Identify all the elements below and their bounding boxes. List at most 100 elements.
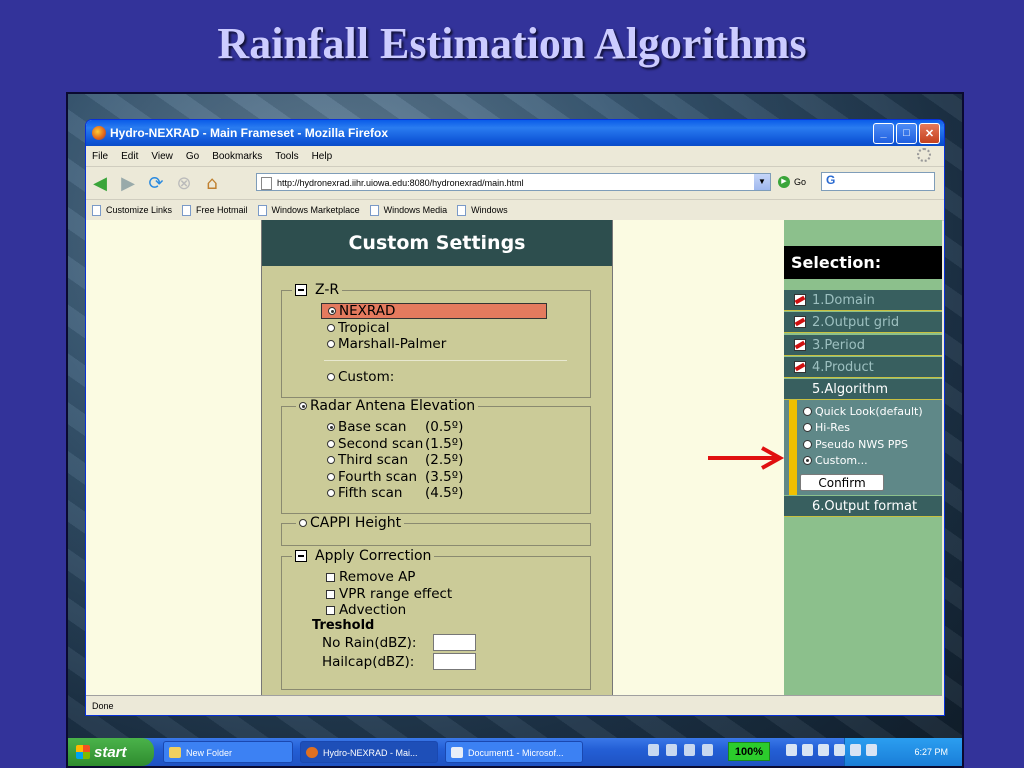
treshold-label: Treshold	[312, 618, 375, 633]
title-bar[interactable]: Hydro-NEXRAD - Main Frameset - Mozilla F…	[86, 120, 944, 146]
tray-tool-icon[interactable]	[648, 744, 659, 756]
no-rain-input[interactable]	[433, 634, 476, 651]
close-button[interactable]: ✕	[919, 122, 940, 144]
check-remove-ap[interactable]: Remove AP	[326, 569, 415, 585]
tray-signal-icon[interactable]	[850, 744, 861, 756]
tray-volume-icon[interactable]	[818, 744, 829, 756]
cappi-legend[interactable]: CAPPI Height	[296, 515, 405, 531]
tray-display-icon[interactable]	[866, 744, 877, 756]
check-vpr-range-effect[interactable]: VPR range effect	[326, 586, 452, 602]
task-new-folder[interactable]: New Folder	[163, 741, 293, 763]
scan-angle: (4.5º)	[425, 485, 464, 501]
menu-edit[interactable]: Edit	[121, 151, 138, 162]
zr-option-tropical[interactable]: Tropical	[327, 320, 390, 336]
zr-option-nexrad[interactable]: NEXRAD	[321, 303, 547, 319]
confirm-button[interactable]: Confirm	[800, 474, 884, 491]
scan-name: Second scan	[338, 436, 424, 452]
scan-fourth[interactable]: Fourth scan (3.5º)	[327, 469, 463, 485]
menu-bookmarks[interactable]: Bookmarks	[212, 151, 262, 162]
collapse-icon[interactable]	[295, 284, 307, 296]
back-arrow-icon[interactable]: ◀	[89, 172, 111, 194]
start-button[interactable]: start	[68, 738, 154, 766]
menu-view[interactable]: View	[151, 151, 173, 162]
go-button[interactable]: ▶ Go	[778, 176, 806, 188]
link-windows-media[interactable]: Windows Media	[369, 204, 447, 216]
algo-hi-res[interactable]: Hi-Res	[803, 421, 850, 434]
collapse-icon[interactable]	[295, 550, 307, 562]
forward-arrow-icon[interactable]: ▶	[117, 172, 139, 194]
tray-help-icon[interactable]	[684, 744, 695, 756]
tray-keyboard-icon[interactable]	[666, 744, 677, 756]
tray-misc-icon[interactable]	[702, 744, 713, 756]
link-label: Customize Links	[106, 205, 173, 215]
zoom-indicator[interactable]: 100%	[728, 742, 770, 761]
step-output-format[interactable]: 6.Output format	[784, 496, 942, 517]
radio-icon	[327, 456, 335, 464]
menu-go[interactable]: Go	[186, 151, 199, 162]
zr-option-marshall-palmer[interactable]: Marshall-Palmer	[327, 336, 446, 352]
url-text: http://hydronexrad.iihr.uiowa.edu:8080/h…	[277, 178, 524, 188]
scan-name: Base scan	[338, 419, 407, 435]
firefox-icon	[92, 126, 106, 140]
radio-icon	[327, 340, 335, 348]
step-product[interactable]: 4.Product	[784, 357, 942, 378]
link-windows[interactable]: Windows	[457, 204, 508, 216]
maximize-button[interactable]: □	[896, 122, 917, 144]
page-icon	[182, 204, 192, 216]
scan-fifth[interactable]: Fifth scan (4.5º)	[327, 485, 463, 501]
step-period[interactable]: 3.Period	[784, 335, 942, 356]
check-advection[interactable]: Advection	[326, 602, 406, 618]
checked-icon	[794, 316, 806, 328]
menu-help[interactable]: Help	[312, 151, 333, 162]
start-label: start	[94, 743, 127, 761]
status-bar: Done	[86, 695, 942, 715]
selection-header: Selection:	[784, 246, 942, 279]
link-customize-links[interactable]: Customize Links	[92, 204, 173, 216]
page-icon	[457, 204, 467, 216]
scan-second[interactable]: Second scan (1.5º)	[327, 436, 463, 452]
scan-base[interactable]: Base scan (0.5º)	[327, 419, 463, 435]
custom-settings-panel: Custom Settings Z-R NEXRAD Tropical Mars…	[261, 220, 613, 695]
hailcap-input[interactable]	[433, 653, 476, 670]
url-dropdown-icon[interactable]: ▼	[754, 174, 770, 190]
windows-flag-icon	[76, 745, 90, 759]
step-domain[interactable]: 1.Domain	[784, 290, 942, 311]
home-icon[interactable]: ⌂	[201, 172, 223, 194]
step-algorithm[interactable]: 5.Algorithm	[784, 379, 942, 400]
radio-selected-icon	[328, 307, 336, 315]
tray-network-icon[interactable]	[786, 744, 797, 756]
task-document1[interactable]: Document1 - Microsof...	[445, 741, 583, 763]
stop-icon[interactable]: ⊗	[173, 172, 195, 194]
tray-antivirus-icon[interactable]	[834, 744, 845, 756]
task-label: Hydro-NEXRAD - Mai...	[323, 748, 418, 758]
link-free-hotmail[interactable]: Free Hotmail	[182, 204, 248, 216]
zr-option-custom[interactable]: Custom:	[327, 369, 394, 385]
cappi-fieldset: CAPPI Height	[281, 515, 591, 546]
search-input[interactable]: G	[821, 172, 935, 191]
checkbox[interactable]	[326, 605, 335, 615]
algo-pseudo-nws-pps[interactable]: Pseudo NWS PPS	[803, 438, 908, 451]
algo-custom[interactable]: Custom...	[803, 454, 868, 467]
menu-tools[interactable]: Tools	[275, 151, 298, 162]
link-label: Windows	[471, 205, 508, 215]
link-windows-marketplace[interactable]: Windows Marketplace	[257, 204, 360, 216]
menu-file[interactable]: File	[92, 151, 108, 162]
reload-icon[interactable]: ⟳	[145, 172, 167, 194]
url-bar[interactable]: http://hydronexrad.iihr.uiowa.edu:8080/h…	[256, 173, 771, 191]
checkbox-label: Advection	[339, 602, 407, 618]
checkbox[interactable]	[326, 589, 335, 599]
minimize-button[interactable]: _	[873, 122, 894, 144]
radio-icon	[803, 440, 812, 449]
radar-legend[interactable]: Radar Antena Elevation	[296, 398, 479, 414]
scan-third[interactable]: Third scan (2.5º)	[327, 452, 463, 468]
radio-selected-icon	[327, 423, 335, 431]
algo-quick-look[interactable]: Quick Look(default)	[803, 405, 923, 418]
step-output-grid[interactable]: 2.Output grid	[784, 312, 942, 333]
task-hydro-nexrad[interactable]: Hydro-NEXRAD - Mai...	[300, 741, 438, 763]
menu-bar: File Edit View Go Bookmarks Tools Help	[86, 146, 944, 167]
go-arrow-icon: ▶	[778, 176, 790, 188]
checkbox[interactable]	[326, 572, 335, 582]
tray-arrow-icon[interactable]	[802, 744, 813, 756]
navigation-toolbar: ◀ ▶ ⟳ ⊗ ⌂ http://hydronexrad.iihr.uiowa.…	[86, 167, 944, 200]
page-icon	[261, 177, 272, 190]
